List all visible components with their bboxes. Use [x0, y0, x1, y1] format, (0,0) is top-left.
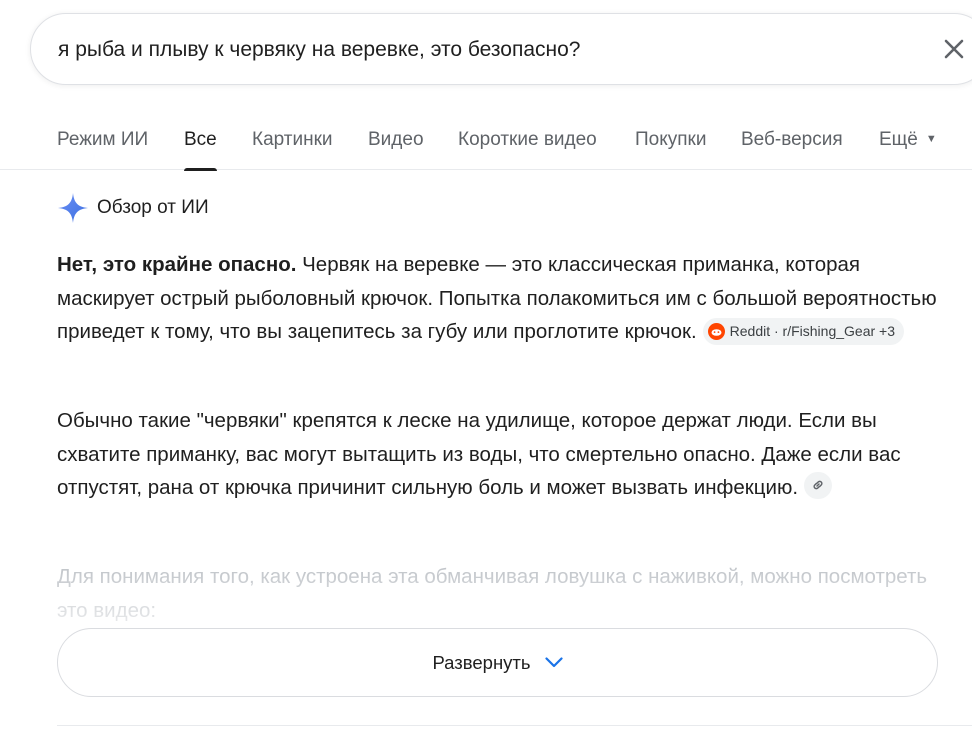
tab-label: Покупки [635, 129, 707, 150]
search-tabs: Режим ИИ Все Картинки Видео Короткие вид… [0, 125, 972, 171]
tab-label: Веб-версия [741, 129, 843, 150]
ai-paragraph-3: Для понимания того, как устроена эта обм… [57, 560, 947, 627]
tab-short-videos[interactable]: Короткие видео [458, 129, 597, 170]
search-input[interactable] [58, 34, 918, 66]
sparkle-icon [58, 193, 88, 223]
caret-down-icon: ▼ [925, 133, 937, 145]
expand-label: Развернуть [432, 651, 531, 673]
tab-label: Режим ИИ [57, 129, 149, 150]
clear-search-button[interactable] [936, 31, 972, 67]
close-icon [944, 39, 964, 59]
link-chip[interactable] [804, 471, 833, 499]
tab-web[interactable]: Веб-версия [741, 129, 843, 170]
ai-paragraph-3-text: Для понимания того, как устроена эта обм… [57, 565, 928, 622]
chevron-down-icon [544, 657, 563, 668]
tab-images[interactable]: Картинки [252, 129, 333, 170]
tab-video[interactable]: Видео [368, 129, 424, 170]
tab-shopping[interactable]: Покупки [635, 129, 706, 170]
divider [57, 725, 972, 726]
tab-label: Все [184, 129, 217, 150]
reddit-icon [707, 323, 725, 340]
search-bar[interactable] [30, 13, 972, 85]
link-icon [813, 480, 823, 490]
ai-overview-header: Обзор от ИИ [57, 192, 209, 224]
ai-paragraph-2: Обычно такие "червяки" крепятся к леске … [57, 404, 947, 505]
ai-overview-title: Обзор от ИИ [97, 197, 209, 218]
source-chip[interactable]: Reddit · r/Fishing_Gear +3 [702, 318, 904, 345]
tab-ai-mode[interactable]: Режим ИИ [57, 129, 148, 170]
tab-all[interactable]: Все [184, 129, 217, 171]
tab-label: Картинки [252, 129, 333, 150]
tab-label: Короткие видео [458, 129, 597, 150]
expand-button[interactable]: Развернуть [57, 628, 938, 697]
ai-paragraph-2-text: Обычно такие "червяки" крепятся к леске … [57, 409, 901, 499]
tab-more[interactable]: Ещё ▼ [879, 129, 937, 170]
tab-label: Видео [368, 129, 424, 150]
source-chip-label: Reddit · r/Fishing_Gear +3 [729, 323, 895, 339]
ai-answer-bold: Нет, это крайне опасно. [57, 253, 297, 276]
ai-paragraph-1: Нет, это крайне опасно. Червяк на веревк… [57, 248, 947, 349]
tab-label: Ещё [879, 129, 918, 150]
